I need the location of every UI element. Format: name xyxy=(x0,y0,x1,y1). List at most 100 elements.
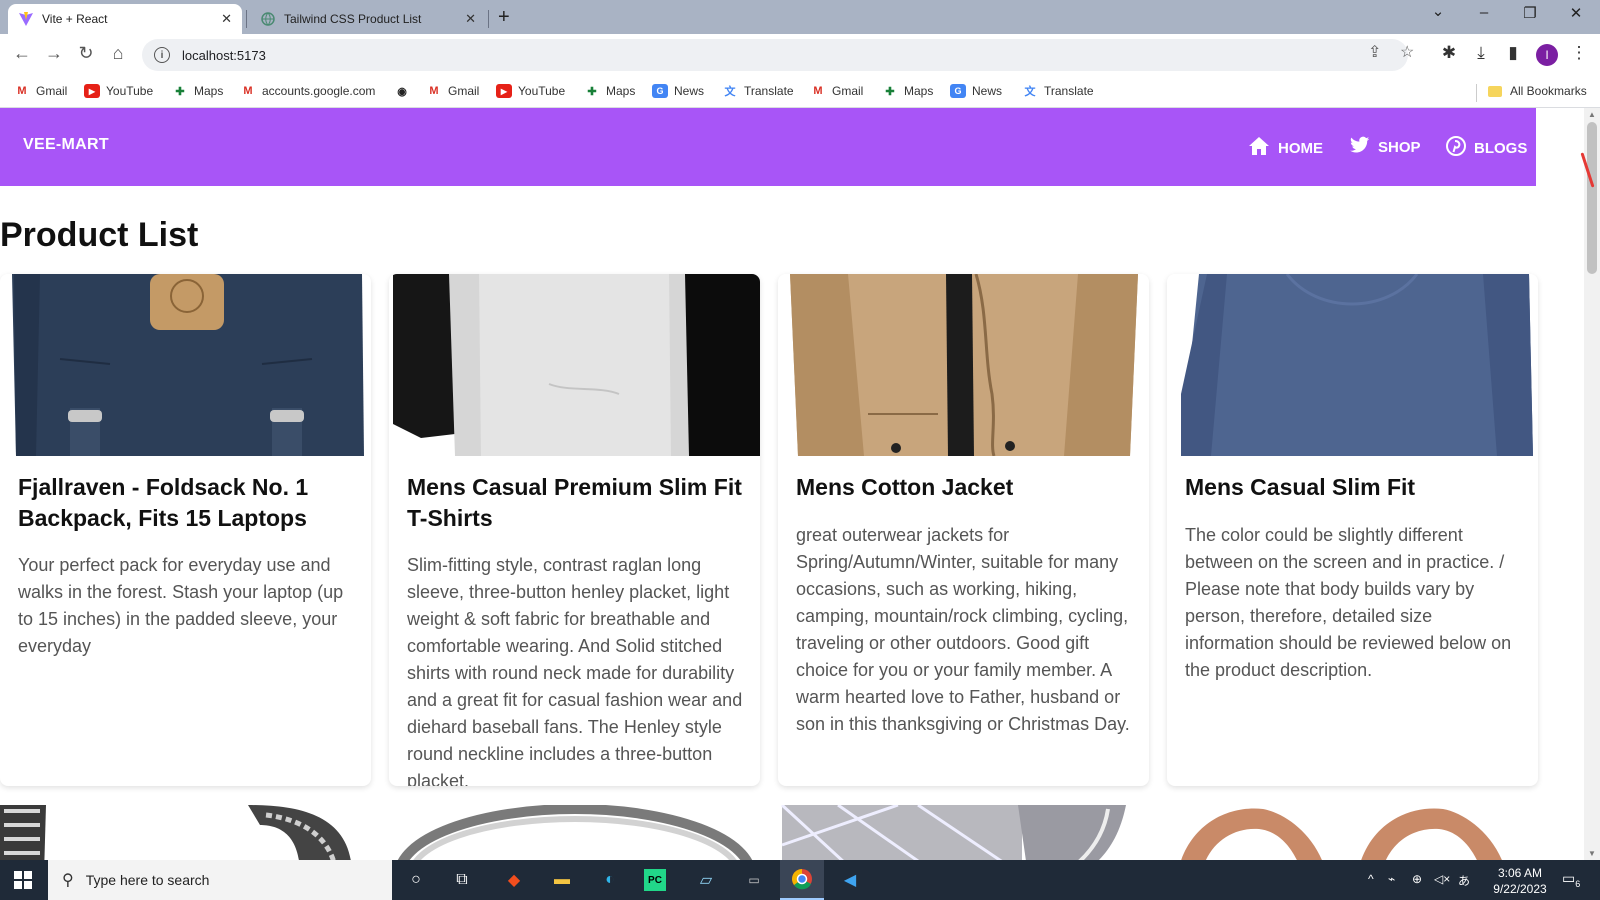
bookmark-translate[interactable]: 文 Translate xyxy=(722,84,794,98)
scroll-up-arrow-icon[interactable]: ▲ xyxy=(1588,110,1596,119)
product-image-ring[interactable] xyxy=(389,805,760,860)
bookmark-news[interactable]: G News xyxy=(950,84,1002,98)
product-card[interactable]: Mens Cotton Jacket great outerwear jacke… xyxy=(778,274,1149,786)
bookmarks-bar: M Gmail ▶ YouTube ✚ Maps Maccounts.google.c… xyxy=(0,76,1600,108)
product-image-earrings[interactable] xyxy=(1167,805,1538,860)
bookmark-accounts[interactable]: Maccounts.google.com xyxy=(240,84,375,98)
maps-icon: ✚ xyxy=(587,85,597,98)
ime-icon[interactable]: あ xyxy=(1458,872,1470,889)
translate-icon: 文 xyxy=(724,86,736,98)
maps-icon: ✚ xyxy=(885,85,895,98)
taskbar-clock[interactable]: 3:06 AM 9/22/2023 xyxy=(1480,865,1560,897)
product-name: Mens Cotton Jacket xyxy=(796,474,1014,500)
close-tab-icon[interactable]: ✕ xyxy=(221,11,232,27)
gmail-icon: M xyxy=(17,85,27,97)
edge-icon[interactable]: ◐ xyxy=(596,866,624,894)
bookmark-youtube[interactable]: ▶ YouTube xyxy=(496,84,565,98)
close-window-icon[interactable]: ✕ xyxy=(1562,4,1590,22)
site-info-icon[interactable]: i xyxy=(154,47,170,63)
close-tab-icon[interactable]: ✕ xyxy=(465,11,476,27)
taskbar-search-box[interactable]: ⚲ Type here to search xyxy=(48,860,392,900)
product-image-jacket xyxy=(778,274,1149,456)
side-panel-icon[interactable]: ▮ xyxy=(1502,43,1524,63)
back-icon[interactable]: ← xyxy=(10,43,34,64)
youtube-icon: ▶ xyxy=(496,84,512,98)
profile-avatar[interactable]: I xyxy=(1536,44,1558,66)
terminal-icon[interactable]: ▭ xyxy=(740,866,768,894)
gmail-icon: M xyxy=(429,85,439,97)
windows-taskbar: ⚲ Type here to search ○ ⧉ ◆ ▬ ◐ PC ▱ ▭ ◀… xyxy=(0,860,1600,900)
bookmark-maps[interactable]: ✚ Maps xyxy=(882,84,933,98)
windows-start-icon[interactable] xyxy=(14,871,32,889)
tab-search-icon[interactable]: ⌄ xyxy=(1424,2,1452,20)
address-bar[interactable]: i localhost:5173 xyxy=(142,39,1408,71)
twitter-icon xyxy=(1350,136,1370,158)
product-description: The color could be slightly different be… xyxy=(1185,525,1512,680)
tab-tailwind-product-list[interactable]: Tailwind CSS Product List ✕ xyxy=(250,4,486,34)
notifications-icon[interactable]: ▭6 xyxy=(1562,870,1580,889)
minimize-icon[interactable]: – xyxy=(1470,4,1498,21)
bookmark-translate[interactable]: 文 Translate xyxy=(1022,84,1094,98)
product-card[interactable]: Mens Casual Premium Slim Fit T-Shirts Sl… xyxy=(389,274,760,786)
tab-divider xyxy=(246,10,247,28)
file-explorer-icon[interactable]: ▬ xyxy=(548,866,576,894)
menu-icon[interactable]: ⋮ xyxy=(1568,43,1590,63)
bookmark-gmail[interactable]: M Gmail xyxy=(810,84,863,98)
product-card[interactable]: Mens Casual Slim Fit The color could be … xyxy=(1167,274,1538,786)
figma-icon[interactable]: ◆ xyxy=(500,866,528,894)
bookmark-gmail[interactable]: M Gmail xyxy=(426,84,479,98)
product-card[interactable]: Fjallraven - Foldsack No. 1 Backpack, Fi… xyxy=(0,274,371,786)
scrollbar-thumb[interactable] xyxy=(1587,122,1597,274)
forward-icon[interactable]: → xyxy=(42,43,66,64)
product-description: great outerwear jackets for Spring/Autum… xyxy=(796,525,1130,734)
bookmark-star-icon[interactable]: ☆ xyxy=(1400,42,1414,62)
bookmarks-divider xyxy=(1476,84,1477,102)
site-navbar: VEE-MART HOME SHOP BLOGS xyxy=(0,108,1536,186)
pycharm-icon[interactable]: PC xyxy=(644,869,666,891)
volume-muted-icon[interactable]: ◁× xyxy=(1434,872,1450,886)
task-view-icon[interactable]: ⧉ xyxy=(448,866,476,894)
reload-icon[interactable]: ↻ xyxy=(74,43,98,64)
tab-vite-react[interactable]: Vite + React ✕ xyxy=(8,4,242,34)
vscode-icon[interactable]: ◀ xyxy=(836,866,864,894)
language-globe-icon[interactable]: ⊕ xyxy=(1412,872,1422,886)
show-hidden-icons-icon[interactable]: ^ xyxy=(1368,872,1374,886)
folder-icon xyxy=(1488,85,1502,97)
product-image-bracelet[interactable] xyxy=(0,805,371,860)
site-brand[interactable]: VEE-MART xyxy=(23,136,109,154)
translate-icon: 文 xyxy=(1024,86,1036,98)
page-scrollbar[interactable]: ▲ ▼ xyxy=(1584,108,1600,860)
page-viewport: VEE-MART HOME SHOP BLOGS Product List Fj… xyxy=(0,108,1584,860)
tab-title: Vite + React xyxy=(42,12,108,26)
vite-icon xyxy=(18,11,34,27)
network-disabled-icon[interactable]: ⌁ xyxy=(1388,872,1395,886)
bookmark-globe[interactable]: ◉ xyxy=(394,84,416,98)
bookmark-news[interactable]: G News xyxy=(652,84,704,98)
new-tab-icon[interactable]: + xyxy=(498,6,510,29)
all-bookmarks[interactable]: All Bookmarks xyxy=(1488,84,1587,98)
product-image-tshirt xyxy=(389,274,760,456)
product-name: Mens Casual Premium Slim Fit T-Shirts xyxy=(407,474,742,531)
home-icon[interactable]: ⌂ xyxy=(106,43,130,64)
bookmark-gmail[interactable]: M Gmail xyxy=(14,84,67,98)
notepad-icon[interactable]: ▱ xyxy=(692,866,720,894)
scroll-down-arrow-icon[interactable]: ▼ xyxy=(1588,849,1596,858)
bookmark-maps[interactable]: ✚ Maps xyxy=(584,84,635,98)
cortana-icon[interactable]: ○ xyxy=(402,866,430,894)
nav-shop[interactable]: SHOP xyxy=(1350,136,1421,158)
product-image-diamond-ring[interactable] xyxy=(778,805,1149,860)
maximize-icon[interactable]: ❐ xyxy=(1516,4,1544,22)
nav-blogs[interactable]: BLOGS xyxy=(1446,136,1527,160)
extensions-icon[interactable]: ✱ xyxy=(1438,43,1460,63)
youtube-icon: ▶ xyxy=(84,84,100,98)
pinterest-icon xyxy=(1446,136,1466,160)
nav-home[interactable]: HOME xyxy=(1248,136,1323,160)
news-icon: G xyxy=(950,84,966,98)
bookmark-maps[interactable]: ✚ Maps xyxy=(172,84,223,98)
product-name: Mens Casual Slim Fit xyxy=(1185,474,1416,500)
download-icon[interactable]: ⤓ xyxy=(1470,43,1492,63)
bookmark-youtube[interactable]: ▶ YouTube xyxy=(84,84,153,98)
chrome-icon[interactable] xyxy=(780,860,824,900)
product-description: Slim-fitting style, contrast raglan long… xyxy=(407,555,743,786)
share-icon[interactable]: ⇪ xyxy=(1368,42,1381,62)
